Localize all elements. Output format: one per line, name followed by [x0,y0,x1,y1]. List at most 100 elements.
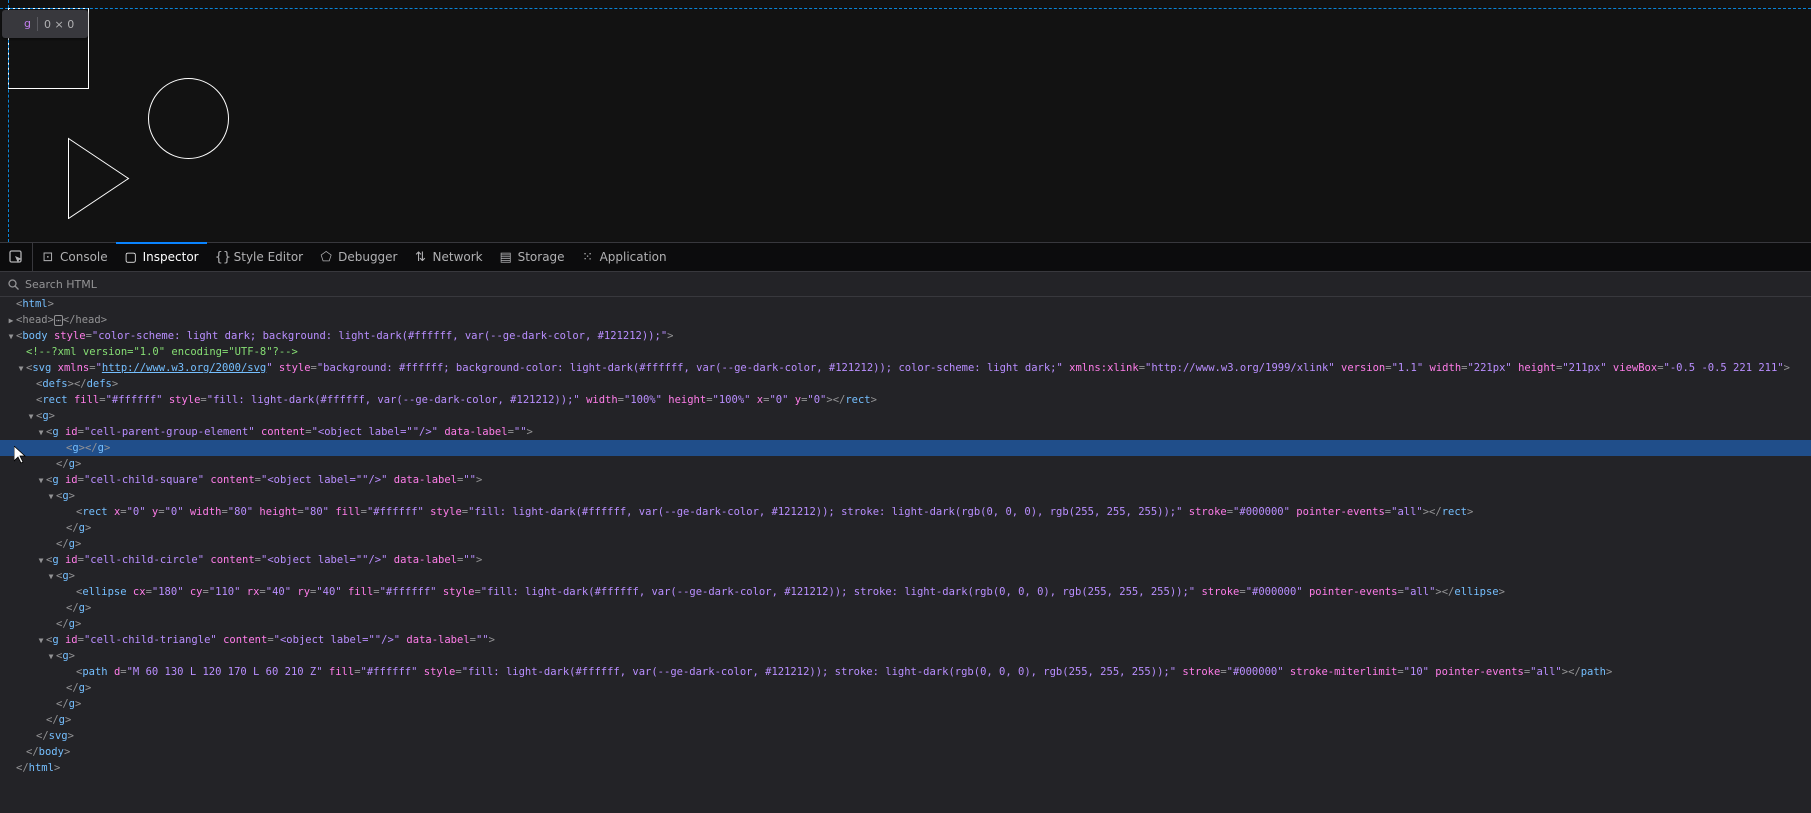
markup-node[interactable]: <g></g> [0,440,1811,456]
tab-label: Debugger [338,250,398,264]
markup-node-text: <g id="cell-child-circle" content="<obje… [46,554,483,566]
markup-node-text: <g> [56,490,75,502]
markup-node[interactable]: </g> [0,616,1811,632]
markup-node[interactable]: ▼ <g id="cell-child-triangle" content="<o… [0,632,1811,648]
markup-tree: <html> ▶ <head> ⋯ </head> ▼ <body style="color… [0,296,1811,776]
tab-network[interactable]: ⇅ Network [406,243,491,271]
markup-node[interactable]: <ellipse cx="180" cy="110" rx="40" ry="4… [0,584,1811,600]
infobar-dimensions: 0 × 0 [43,17,75,31]
markup-node-text: <!--?xml version="1.0" encoding="UTF-8"?… [26,346,298,358]
tab-console[interactable]: ⊡ Console [33,243,116,271]
child-circle[interactable] [148,78,229,159]
markup-node-text: <defs></defs> [36,378,119,390]
collapse-twisty-icon[interactable]: ▼ [46,569,56,585]
console-icon: ⊡ [42,249,54,265]
devtools-toolbar: ⊡ Console ▢ Inspector {} Style Editor ⬠ … [0,242,1811,272]
markup-node[interactable]: </svg> [0,728,1811,744]
markup-node-text: <g></g> [66,442,111,454]
grid-icon: ⁙ [582,249,594,265]
tab-style-editor[interactable]: {} Style Editor [207,243,311,271]
markup-node[interactable]: </g> [0,536,1811,552]
markup-node-text: <ellipse cx="180" cy="110" rx="40" ry="4… [76,586,1505,598]
markup-node[interactable]: <defs></defs> [0,376,1811,392]
markup-node[interactable]: ▼ <g id="cell-child-square" content="<obj… [0,472,1811,488]
mouse-cursor-icon [14,446,26,464]
markup-node-text: </g> [66,522,92,534]
tab-label: Style Editor [233,250,304,264]
infobar-tag: g [2,17,38,31]
markup-node[interactable]: ▼ <g> [0,488,1811,504]
markup-node[interactable]: </g> [0,712,1811,728]
rendered-svg [8,8,229,219]
markup-node[interactable]: <path d="M 60 130 L 120 170 L 60 210 Z" … [0,664,1811,680]
collapse-twisty-icon[interactable]: ▼ [6,329,16,345]
markup-node[interactable]: <rect x="0" y="0" width="80" height="80"… [0,504,1811,520]
markup-node-text: <head> ⋯ </head> [16,314,108,326]
markup-node[interactable]: </g> [0,600,1811,616]
tab-label: Inspector [142,250,199,264]
markup-node[interactable]: ▼ <g> [0,408,1811,424]
collapse-twisty-icon[interactable]: ▼ [36,425,46,441]
tab-label: Storage [517,250,565,264]
markup-node[interactable]: </html> [0,760,1811,776]
markup-node[interactable]: </g> [0,520,1811,536]
element-picker-icon [9,250,22,263]
markup-node[interactable]: <rect fill="#ffffff" style="fill: light-… [0,392,1811,408]
markup-node[interactable]: ▼ <body style="color-scheme: light dark; … [0,328,1811,344]
inspector-icon: ▢ [124,249,137,265]
markup-node[interactable]: </body> [0,744,1811,760]
markup-node[interactable]: ▼ <svg xmlns="http://www.w3.org/2000/svg"… [0,360,1811,376]
markup-node[interactable]: ▼ <g> [0,568,1811,584]
markup-node-text: </g> [66,682,92,694]
markup-node-text: <svg xmlns="http://www.w3.org/2000/svg" … [26,362,1790,374]
tab-label: Network [432,250,483,264]
expand-twisty-icon[interactable]: ▶ [6,313,16,329]
markup-node-text: <path d="M 60 130 L 120 170 L 60 210 Z" … [76,666,1613,678]
markup-node-text: <g id="cell-child-square" content="<obje… [46,474,483,486]
markup-node[interactable]: ▼ <g id="cell-child-circle" content="<obj… [0,552,1811,568]
markup-node[interactable]: </g> [0,456,1811,472]
markup-node-text: </g> [56,618,82,630]
markup-node[interactable]: <html> [0,296,1811,312]
markup-node-text: <html> [16,298,54,310]
collapse-twisty-icon[interactable]: ▼ [36,633,46,649]
markup-node[interactable]: </g> [0,680,1811,696]
collapse-twisty-icon[interactable]: ▼ [46,489,56,505]
tab-debugger[interactable]: ⬠ Debugger [311,243,405,271]
markup-node[interactable]: <!--?xml version="1.0" encoding="UTF-8"?… [0,344,1811,360]
markup-node-text: </g> [66,602,92,614]
markup-node-text: <body style="color-scheme: light dark; b… [16,330,674,342]
page-viewport: g 0 × 0 [0,0,1811,242]
markup-node[interactable]: ▶ <head> ⋯ </head> [0,312,1811,328]
markup-node[interactable]: ▼ <g> [0,648,1811,664]
debugger-icon: ⬠ [320,249,332,265]
child-triangle[interactable] [68,137,130,219]
markup-node-text: </body> [26,746,71,758]
highlighter-infobar: g 0 × 0 [2,10,88,38]
tab-label: Console [60,250,108,264]
markup-node[interactable]: </g> [0,696,1811,712]
collapse-twisty-icon[interactable]: ▼ [26,409,36,425]
markup-node-text: </g> [46,714,72,726]
collapse-twisty-icon[interactable]: ▼ [36,553,46,569]
tab-inspector[interactable]: ▢ Inspector [115,242,207,271]
markup-node-text: </g> [56,458,82,470]
markup-node-text: </g> [56,538,82,550]
markup-node-text: <rect x="0" y="0" width="80" height="80"… [76,506,1474,518]
braces-icon: {} [214,249,232,265]
markup-node-text: </html> [16,762,61,774]
search-html-input[interactable] [23,276,427,292]
tab-application[interactable]: ⁙ Application [573,243,675,271]
markup-node-text: </g> [56,698,82,710]
markup-node-text: <g> [56,650,75,662]
markup-node[interactable]: ▼ <g id="cell-parent-group-element" conte… [0,424,1811,440]
collapse-twisty-icon[interactable]: ▼ [16,361,26,377]
network-arrows-icon: ⇅ [415,249,426,265]
collapse-twisty-icon[interactable]: ▼ [36,473,46,489]
markup-node-text: <g id="cell-child-triangle" content="<ob… [46,634,495,646]
search-bar [0,272,1811,297]
element-picker-button[interactable] [0,243,33,271]
tab-storage[interactable]: ▤ Storage [491,243,573,271]
collapse-twisty-icon[interactable]: ▼ [46,649,56,665]
markup-node-text: <g id="cell-parent-group-element" conten… [46,426,533,438]
